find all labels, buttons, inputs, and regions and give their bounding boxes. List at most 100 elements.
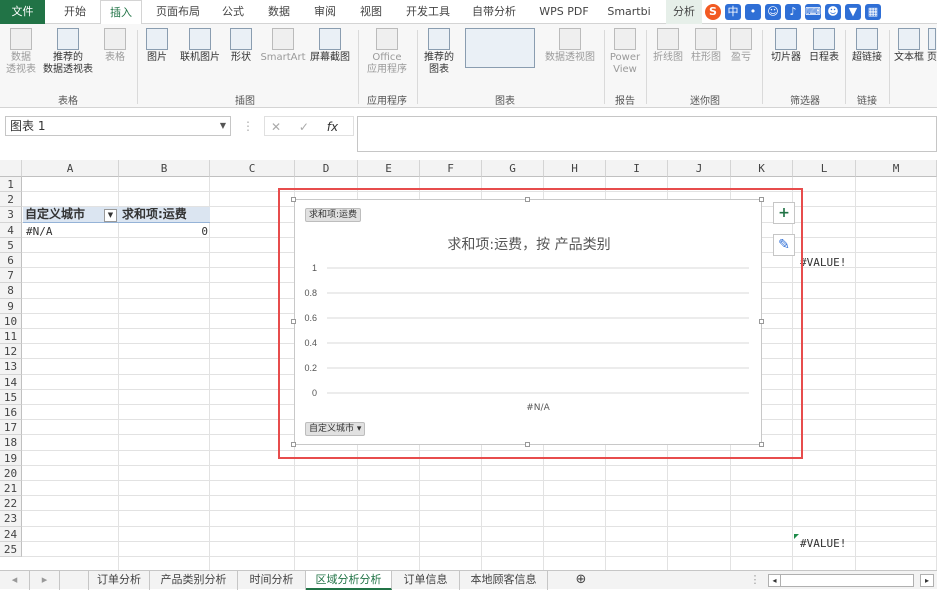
sheet-tab[interactable]: 订单分析 [88, 571, 150, 590]
column-header-a[interactable]: A [22, 160, 119, 177]
column-header-e[interactable]: E [358, 160, 420, 177]
table-button[interactable]: 表格 [100, 28, 130, 64]
punctuation-icon[interactable]: • [745, 4, 761, 20]
row-header[interactable]: 6 [0, 253, 22, 269]
keyboard-icon[interactable]: ⌨ [805, 4, 821, 20]
chart-elements-plus-icon[interactable]: + [773, 202, 795, 224]
voice-icon[interactable]: ♪ [785, 4, 801, 20]
scroll-right-icon[interactable]: ▸ [30, 571, 60, 590]
scroll-left-arrow-icon[interactable]: ◂ [769, 575, 781, 586]
sheet-tab[interactable]: 产品类别分析 [150, 571, 238, 590]
row-header[interactable]: 25 [0, 541, 22, 557]
resize-handle[interactable] [525, 197, 530, 202]
row-header[interactable]: 1 [0, 177, 22, 193]
skin-icon[interactable]: ▼ [845, 4, 861, 20]
resize-handle[interactable] [759, 197, 764, 202]
user-icon[interactable]: ☻ [825, 4, 841, 20]
scroll-left-icon[interactable]: ◂ [0, 571, 30, 590]
sheet-tab[interactable]: 订单信息 [392, 571, 460, 590]
tab-home[interactable]: 开始 [55, 0, 95, 24]
tab-review[interactable]: 审阅 [308, 0, 342, 24]
row-header[interactable]: 15 [0, 389, 22, 405]
sparkline-line-button[interactable]: 折线图 [650, 28, 686, 64]
row-header[interactable]: 24 [0, 526, 22, 542]
add-sheet-icon[interactable]: ⊕ [566, 571, 596, 590]
row-header[interactable]: 12 [0, 344, 22, 360]
shapes-button[interactable]: 形状 [226, 28, 256, 64]
tab-file[interactable]: 文件 [0, 0, 45, 24]
row-header[interactable]: 19 [0, 450, 22, 466]
column-header-f[interactable]: F [420, 160, 482, 177]
tab-smartbi[interactable]: Smartbi [604, 0, 654, 24]
recommended-charts-button[interactable]: 推荐的 图表 [421, 28, 457, 76]
column-header-l[interactable]: L [793, 160, 856, 177]
row-header[interactable]: 21 [0, 481, 22, 497]
resize-handle[interactable] [291, 197, 296, 202]
tab-custom-analysis[interactable]: 自带分析 [466, 0, 522, 24]
cell-l6-error[interactable]: #VALUE! [800, 255, 846, 270]
pivot-chart[interactable]: 求和项:运费 求和项:运费，按 产品类别 1 0.8 0.6 0.4 0.2 0 #N/A… [294, 199, 762, 445]
row-header[interactable]: 11 [0, 329, 22, 345]
horizontal-scrollbar[interactable]: ◂ [768, 574, 914, 587]
sheet-tab[interactable]: 本地顾客信息 [460, 571, 548, 590]
insert-function-icon[interactable]: fx [327, 120, 338, 134]
row-header[interactable]: 2 [0, 192, 22, 208]
office-apps-button[interactable]: Office 应用程序 [362, 28, 412, 76]
chevron-down-icon[interactable]: ▼ [220, 117, 226, 135]
row-header[interactable]: 9 [0, 298, 22, 314]
tab-developer[interactable]: 开发工具 [400, 0, 456, 24]
sparkline-column-button[interactable]: 柱形图 [688, 28, 724, 64]
resize-handle[interactable] [759, 319, 764, 324]
tab-page-layout[interactable]: 页面布局 [150, 0, 206, 24]
row-header[interactable]: 4 [0, 222, 22, 238]
cell-l24-error[interactable]: #VALUE! [800, 536, 846, 551]
row-header[interactable]: 18 [0, 435, 22, 451]
row-header[interactable]: 22 [0, 496, 22, 512]
sogou-logo-icon[interactable]: S [705, 4, 721, 20]
pivot-row-value[interactable]: 0 [119, 224, 208, 239]
formula-input[interactable] [357, 116, 937, 152]
column-header-m[interactable]: M [856, 160, 937, 177]
name-box[interactable]: 图表 1 ▼ [5, 116, 231, 136]
pivot-row-label[interactable]: #N/A [26, 224, 53, 239]
filter-dropdown-icon[interactable]: ▼ [104, 209, 117, 222]
pivot-table-button[interactable]: 数据 透视表 [4, 28, 38, 76]
row-header[interactable]: 16 [0, 405, 22, 421]
row-header[interactable]: 10 [0, 313, 22, 329]
chart-types-gallery[interactable] [460, 28, 540, 70]
resize-handle[interactable] [525, 442, 530, 447]
column-header-i[interactable]: I [606, 160, 668, 177]
timeline-button[interactable]: 日程表 [806, 28, 842, 64]
header-footer-button[interactable]: 页 [927, 28, 937, 64]
sheet-tab-active[interactable]: 区域分析分析 [306, 571, 392, 590]
column-header-k[interactable]: K [731, 160, 793, 177]
resize-handle[interactable] [759, 442, 764, 447]
screenshot-button[interactable]: 屏幕截图 [307, 28, 353, 64]
tab-analyze[interactable]: 分析 [666, 0, 702, 24]
sparkline-winloss-button[interactable]: 盈亏 [726, 28, 756, 64]
tab-formulas[interactable]: 公式 [216, 0, 250, 24]
row-header[interactable]: 14 [0, 374, 22, 390]
tab-data[interactable]: 数据 [262, 0, 296, 24]
scroll-right-arrow-icon[interactable]: ▸ [920, 574, 934, 587]
row-header[interactable]: 5 [0, 237, 22, 253]
hyperlink-button[interactable]: 超链接 [849, 28, 885, 64]
column-header-c[interactable]: C [210, 160, 295, 177]
slicer-button[interactable]: 切片器 [766, 28, 806, 64]
column-header-j[interactable]: J [668, 160, 731, 177]
pivot-chart-button[interactable]: 数据透视图 [542, 28, 598, 64]
chart-styles-brush-icon[interactable]: ✎ [773, 234, 795, 256]
cancel-icon[interactable]: ✕ [271, 120, 281, 134]
sheet-tab[interactable]: 时间分析 [238, 571, 306, 590]
pivot-value-header[interactable]: 求和项:运费 [119, 207, 210, 223]
tab-insert[interactable]: 插入 [100, 0, 142, 25]
row-header[interactable]: 3 [0, 207, 22, 223]
column-header-g[interactable]: G [482, 160, 544, 177]
chinese-mode-icon[interactable]: 中 [725, 4, 741, 20]
row-header[interactable]: 13 [0, 359, 22, 375]
column-header-h[interactable]: H [544, 160, 606, 177]
textbox-button[interactable]: 文本框 [893, 28, 925, 64]
tab-view[interactable]: 视图 [354, 0, 388, 24]
row-header[interactable]: 17 [0, 420, 22, 436]
tab-wps-pdf[interactable]: WPS PDF [532, 0, 596, 24]
